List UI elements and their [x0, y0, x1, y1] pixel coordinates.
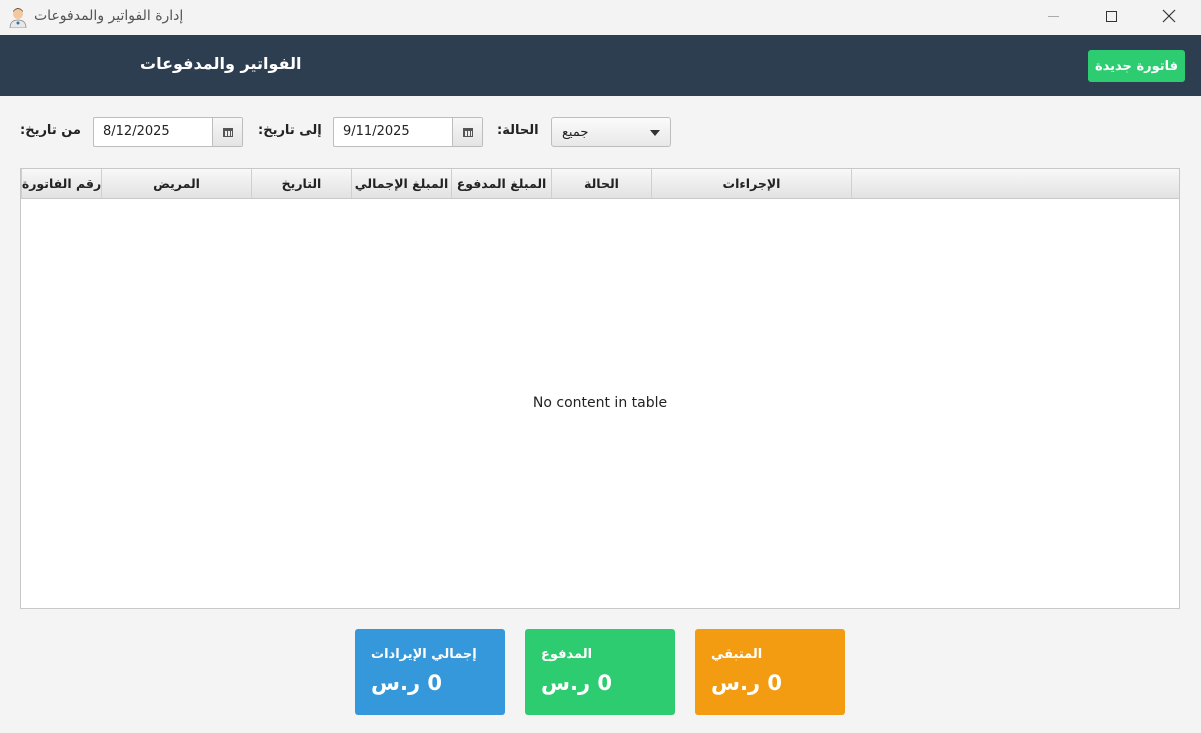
column-header-invoice-number[interactable]: رقم الفاتورة	[21, 169, 101, 198]
column-header-paid-amount[interactable]: المبلغ المدفوع	[451, 169, 551, 198]
total-revenue-label: إجمالي الإيرادات	[371, 647, 477, 662]
from-date-picker[interactable]: 8/12/2025	[93, 117, 243, 147]
remaining-value: 0 ر.س	[711, 671, 782, 695]
column-header-actions[interactable]: الإجراءات	[651, 169, 851, 198]
doctor-avatar-icon	[9, 8, 27, 28]
maximize-icon	[1105, 10, 1117, 22]
new-invoice-button[interactable]: فاتورة جديدة	[1088, 50, 1185, 82]
column-header-patient[interactable]: المريض	[101, 169, 251, 198]
column-header-filler	[851, 169, 1179, 198]
paid-value: 0 ر.س	[541, 671, 612, 695]
table-empty-message: No content in table	[532, 395, 668, 411]
calendar-icon	[222, 127, 233, 137]
total-revenue-value: 0 ر.س	[371, 671, 442, 695]
page-header: الفواتير والمدفوعات فاتورة جديدة	[0, 35, 1201, 96]
invoices-table[interactable]: رقم الفاتورة المريض التاريخ المبلغ الإجم…	[20, 168, 1180, 609]
column-header-status[interactable]: الحالة	[551, 169, 651, 198]
from-date-input[interactable]: 8/12/2025	[94, 118, 212, 146]
paid-label: المدفوع	[541, 647, 593, 662]
status-dropdown[interactable]: جميع	[551, 117, 671, 147]
window-titlebar: إدارة الفواتير والمدفوعات	[0, 0, 1201, 35]
total-revenue-card: إجمالي الإيرادات 0 ر.س	[355, 629, 505, 715]
maximize-button[interactable]	[1088, 0, 1134, 32]
remaining-label: المتبقي	[711, 647, 763, 662]
window-title: إدارة الفواتير والمدفوعات	[34, 8, 184, 24]
minimize-button[interactable]	[1030, 0, 1076, 32]
from-date-label: من تاريخ:	[20, 123, 81, 138]
from-date-calendar-button[interactable]	[212, 118, 242, 146]
table-header: رقم الفاتورة المريض التاريخ المبلغ الإجم…	[21, 169, 1179, 199]
remaining-card: المتبقي 0 ر.س	[695, 629, 845, 715]
dropdown-arrow-icon	[650, 130, 660, 136]
status-label: الحالة:	[497, 123, 539, 138]
paid-card: المدفوع 0 ر.س	[525, 629, 675, 715]
to-date-calendar-button[interactable]	[452, 118, 482, 146]
status-selected-value: جميع	[562, 125, 589, 140]
close-icon	[1162, 9, 1176, 23]
minimize-icon	[1047, 15, 1059, 17]
page-title: الفواتير والمدفوعات	[140, 54, 302, 73]
calendar-icon	[462, 127, 473, 137]
close-button[interactable]	[1146, 0, 1192, 32]
column-header-total-amount[interactable]: المبلغ الإجمالي	[351, 169, 451, 198]
to-date-input[interactable]: 9/11/2025	[334, 118, 452, 146]
to-date-label: إلى تاريخ:	[258, 123, 322, 138]
column-header-date[interactable]: التاريخ	[251, 169, 351, 198]
to-date-picker[interactable]: 9/11/2025	[333, 117, 483, 147]
